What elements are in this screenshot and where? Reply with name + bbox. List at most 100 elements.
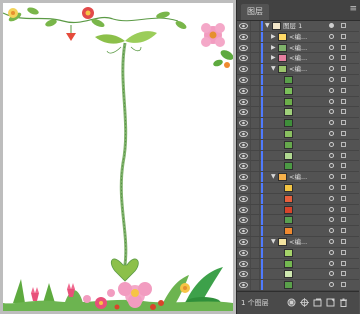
lock-toggle[interactable] — [250, 215, 260, 226]
target-circle-icon[interactable] — [329, 174, 334, 180]
sublayer-row[interactable] — [237, 139, 359, 151]
collapse-triangle-icon[interactable]: ▼ — [271, 65, 276, 73]
selection-square[interactable] — [341, 260, 346, 266]
lock-toggle[interactable] — [250, 85, 260, 96]
lock-toggle[interactable] — [250, 150, 260, 161]
visibility-eye-icon[interactable] — [239, 195, 248, 203]
sublayer-row[interactable]: ▼ <编... — [237, 172, 359, 183]
selection-square[interactable] — [341, 98, 346, 104]
layer-name[interactable]: <编... — [289, 32, 307, 42]
target-circle-icon[interactable] — [329, 217, 334, 223]
selection-square[interactable] — [341, 23, 346, 28]
sublayer-row[interactable] — [237, 182, 359, 194]
selection-square[interactable] — [341, 33, 346, 39]
lock-toggle[interactable] — [250, 128, 260, 139]
lock-toggle[interactable] — [250, 139, 260, 150]
selection-square[interactable] — [341, 238, 346, 244]
lock-toggle[interactable] — [250, 42, 260, 53]
target-circle-icon[interactable] — [329, 55, 334, 61]
sublayer-row[interactable]: ▶ <编... — [237, 53, 359, 65]
layer-name[interactable]: <编... — [289, 53, 307, 63]
target-circle-icon[interactable] — [329, 238, 334, 244]
lock-toggle[interactable] — [250, 247, 260, 258]
visibility-eye-icon[interactable] — [239, 184, 248, 192]
selection-square[interactable] — [341, 271, 346, 277]
lock-toggle[interactable] — [250, 172, 260, 183]
selection-square[interactable] — [341, 76, 346, 82]
visibility-eye-icon[interactable] — [239, 173, 248, 181]
lock-toggle[interactable] — [250, 236, 260, 247]
selection-square[interactable] — [341, 249, 346, 255]
target-circle-icon[interactable] — [329, 76, 334, 82]
sublayer-row[interactable]: ▼ <编... — [237, 236, 359, 248]
sublayer-row[interactable] — [237, 204, 359, 216]
sublayer-row[interactable] — [237, 193, 359, 205]
lock-toggle[interactable] — [250, 107, 260, 118]
sublayer-row[interactable] — [237, 74, 359, 86]
selection-square[interactable] — [341, 152, 346, 158]
lock-toggle[interactable] — [250, 53, 260, 64]
lock-toggle[interactable] — [250, 64, 260, 75]
lock-toggle[interactable] — [250, 258, 260, 269]
lock-toggle[interactable] — [250, 280, 260, 291]
target-circle-icon[interactable] — [329, 109, 334, 115]
target-circle-icon[interactable] — [329, 184, 334, 190]
selection-square[interactable] — [341, 120, 346, 126]
target-circle-icon[interactable] — [329, 44, 334, 50]
new-layer-icon[interactable] — [326, 298, 335, 307]
target-circle-icon[interactable] — [329, 23, 334, 28]
visibility-eye-icon[interactable] — [239, 76, 248, 84]
visibility-eye-icon[interactable] — [239, 98, 248, 106]
visibility-eye-icon[interactable] — [239, 206, 248, 214]
selection-square[interactable] — [341, 206, 346, 212]
sublayer-row[interactable] — [237, 247, 359, 259]
lock-toggle[interactable] — [250, 269, 260, 280]
selection-square[interactable] — [341, 87, 346, 93]
artboard[interactable] — [3, 3, 233, 311]
target-circle-icon[interactable] — [329, 120, 334, 126]
selection-square[interactable] — [341, 228, 346, 234]
lock-toggle[interactable] — [250, 118, 260, 129]
visibility-eye-icon[interactable] — [239, 87, 248, 95]
visibility-eye-icon[interactable] — [239, 22, 248, 30]
expand-triangle-icon[interactable]: ▶ — [271, 44, 276, 52]
target-circle-icon[interactable] — [329, 195, 334, 201]
target-circle-icon[interactable] — [329, 249, 334, 255]
target-circle-icon[interactable] — [329, 141, 334, 147]
selection-square[interactable] — [341, 44, 346, 50]
target-circle-icon[interactable] — [329, 228, 334, 234]
sublayer-row[interactable] — [237, 258, 359, 270]
visibility-eye-icon[interactable] — [239, 152, 248, 160]
selection-square[interactable] — [341, 282, 346, 288]
lock-toggle[interactable] — [250, 226, 260, 237]
layer-name[interactable]: 图层 1 — [283, 21, 302, 31]
visibility-eye-icon[interactable] — [239, 227, 248, 235]
lock-toggle[interactable] — [250, 74, 260, 85]
selection-square[interactable] — [341, 217, 346, 223]
new-sublayer-icon[interactable] — [313, 298, 322, 307]
lock-toggle[interactable] — [250, 31, 260, 42]
selection-square[interactable] — [341, 66, 346, 72]
sublayer-row[interactable] — [237, 128, 359, 140]
sublayer-row[interactable] — [237, 161, 359, 173]
selection-square[interactable] — [341, 184, 346, 190]
selection-square[interactable] — [341, 195, 346, 201]
visibility-eye-icon[interactable] — [239, 130, 248, 138]
sublayer-row[interactable]: ▼ <编... — [237, 64, 359, 75]
visibility-eye-icon[interactable] — [239, 281, 248, 289]
sublayer-row[interactable]: ▶ <编... — [237, 31, 359, 43]
lock-toggle[interactable] — [250, 161, 260, 172]
target-circle-icon[interactable] — [329, 152, 334, 158]
selection-square[interactable] — [341, 55, 346, 61]
layer-name[interactable]: <编... — [289, 43, 307, 53]
target-circle-icon[interactable] — [329, 271, 334, 277]
target-circle-icon[interactable] — [329, 33, 334, 39]
selection-square[interactable] — [341, 109, 346, 115]
layer-row[interactable]: ▼ 图层 1 — [237, 21, 359, 32]
visibility-eye-icon[interactable] — [239, 249, 248, 257]
lock-toggle[interactable] — [250, 193, 260, 204]
sublayer-row[interactable] — [237, 215, 359, 227]
visibility-eye-icon[interactable] — [239, 65, 248, 73]
sublayer-row[interactable] — [237, 150, 359, 162]
sublayer-row[interactable] — [237, 118, 359, 129]
